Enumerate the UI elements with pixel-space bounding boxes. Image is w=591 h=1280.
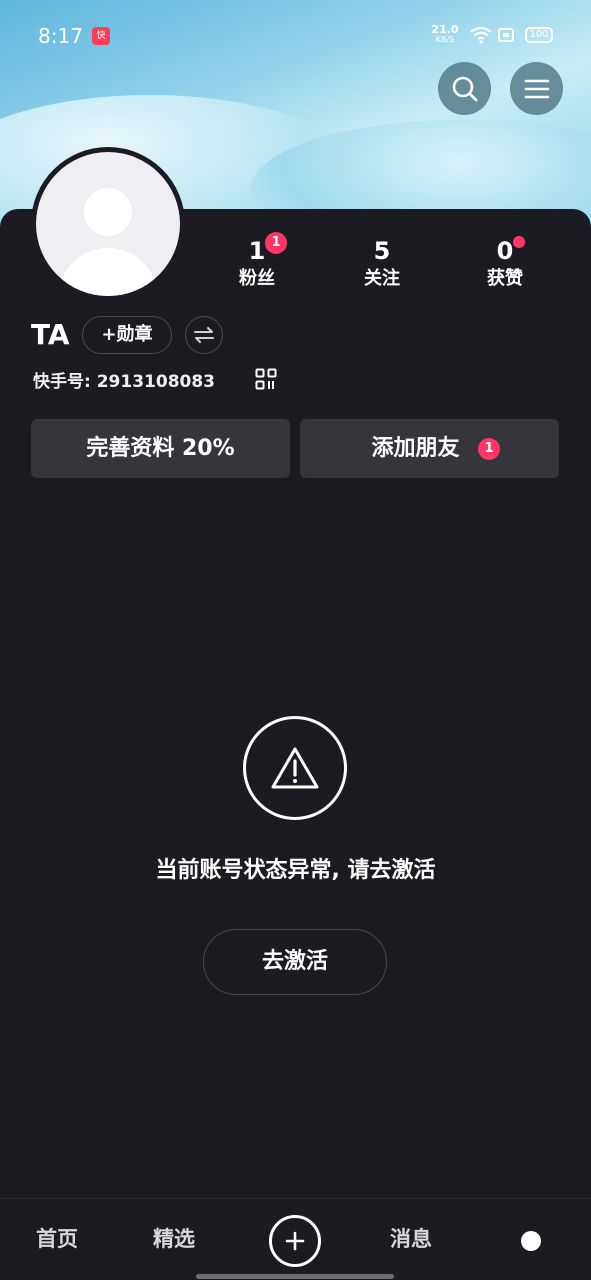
avatar-body — [58, 248, 158, 296]
stat-fans[interactable]: 1 粉丝 — [212, 236, 302, 292]
nav-home[interactable]: 首页 — [36, 1223, 78, 1253]
nav-featured[interactable]: 精选 — [153, 1223, 195, 1253]
nav-me[interactable] — [521, 1231, 541, 1251]
nav-messages[interactable]: 消息 — [390, 1223, 432, 1253]
likes-label: 获赞 — [487, 268, 523, 289]
warning-icon — [271, 747, 319, 789]
switch-icon — [194, 327, 214, 343]
battery-icon: 100 — [525, 27, 553, 43]
app-notification-icon: 快 — [92, 27, 110, 45]
plus-icon — [285, 1231, 305, 1251]
create-button[interactable] — [269, 1215, 321, 1267]
menu-button[interactable] — [510, 62, 563, 115]
network-speed: 21.0 KB/S — [431, 23, 459, 44]
user-id: 快手号: 2913108083 — [33, 372, 216, 392]
warning-indicator — [243, 716, 347, 820]
menu-icon — [524, 79, 549, 98]
fans-count: 1 — [248, 237, 266, 265]
likes-notification-dot — [513, 236, 525, 248]
add-friends-button[interactable]: 添加朋友 — [300, 419, 559, 478]
search-icon — [452, 76, 477, 101]
status-bar: 8:17 快 21.0 KB/S 100 — [0, 0, 591, 72]
following-count: 5 — [373, 237, 391, 265]
search-button[interactable] — [438, 62, 491, 115]
wifi-icon — [470, 26, 492, 48]
avatar[interactable] — [31, 147, 185, 301]
activate-button[interactable]: 去激活 — [203, 929, 387, 995]
switch-account-button[interactable] — [185, 316, 223, 354]
stat-following[interactable]: 5 关注 — [337, 236, 427, 292]
default-avatar-icon — [36, 152, 180, 296]
username: TA — [31, 318, 70, 351]
add-medal-button[interactable]: +勋章 — [82, 316, 172, 354]
qr-code-icon[interactable] — [255, 368, 277, 394]
home-indicator — [196, 1274, 394, 1279]
complete-profile-button[interactable]: 完善资料 20% — [31, 419, 290, 478]
avatar-head — [84, 188, 132, 236]
account-abnormal-message: 当前账号状态异常, 请去激活 — [155, 858, 436, 883]
fans-label: 粉丝 — [239, 268, 275, 289]
status-time: 8:17 — [38, 24, 83, 48]
add-friends-label: 添加朋友 — [371, 436, 460, 461]
add-friends-badge: 1 — [478, 438, 500, 460]
likes-count: 0 — [496, 237, 514, 265]
bottom-nav: 首页 精选 消息 — [0, 1198, 591, 1280]
following-label: 关注 — [364, 268, 400, 289]
sim-icon — [498, 28, 514, 42]
fans-badge: 1 — [265, 232, 287, 254]
stat-likes[interactable]: 0 获赞 — [460, 236, 550, 292]
